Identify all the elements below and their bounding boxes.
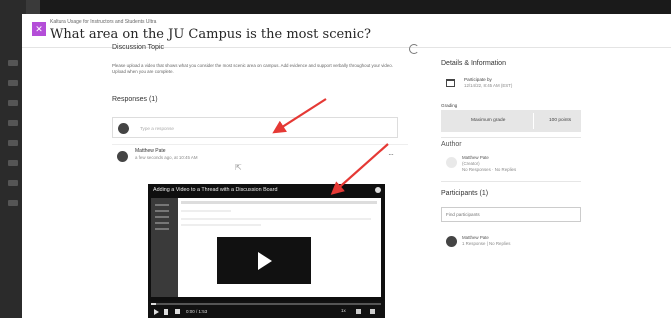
- topic-text: Please upload a video that shows what yo…: [112, 63, 393, 74]
- nav-icon[interactable]: [8, 120, 18, 126]
- speed-button[interactable]: 1x: [341, 308, 346, 313]
- avatar: [118, 123, 129, 134]
- menu-icon[interactable]: [8, 60, 18, 66]
- video-frame-sidebar: [151, 198, 178, 297]
- points-value: 100 points: [549, 118, 572, 123]
- participate-date: 12/14/22, 8:45 AM (EST): [464, 83, 513, 88]
- video-time: 0:00 / 1:53: [186, 309, 208, 314]
- nav-icon[interactable]: [8, 200, 18, 206]
- divider: [441, 181, 581, 182]
- section-title: Discussion Topic: [112, 44, 165, 51]
- grading-label: Grading: [441, 103, 458, 108]
- reply-box[interactable]: Type a response: [112, 117, 398, 138]
- progress-fill: [151, 303, 156, 305]
- close-button[interactable]: ✕: [32, 22, 46, 36]
- author-title: Author: [441, 141, 462, 148]
- avatar: [446, 157, 457, 168]
- video-frame-row: [181, 224, 261, 226]
- play-icon[interactable]: [154, 309, 159, 315]
- avatar: [446, 236, 457, 247]
- nav-icon[interactable]: [8, 140, 18, 146]
- refresh-icon[interactable]: [409, 44, 419, 54]
- play-icon[interactable]: [258, 252, 272, 270]
- participant-stats: 1 Response | No Replies: [462, 241, 511, 246]
- menu-bar: [155, 228, 169, 230]
- skip-icon[interactable]: [164, 309, 169, 315]
- menu-bar: [155, 222, 169, 224]
- progress-bar[interactable]: [151, 303, 381, 305]
- info-icon[interactable]: [375, 187, 381, 193]
- calendar-icon: [446, 79, 455, 87]
- video-player[interactable]: Adding a Video to a Thread with a Discus…: [148, 184, 385, 318]
- author-name[interactable]: Matthew Pate: [462, 155, 489, 160]
- video-title: Adding a Video to a Thread with a Discus…: [153, 187, 278, 193]
- post-time: a few seconds ago, at 10:45 AM: [135, 155, 198, 160]
- grading-box: Maximum grade 100 points: [441, 110, 581, 132]
- page-title: What area on the JU Campus is the most s…: [50, 27, 371, 42]
- video-frame: [151, 198, 381, 297]
- details-title: Details & Information: [441, 60, 506, 67]
- video-controls: 0:00 / 1:53 1x: [148, 301, 385, 318]
- menu-bar: [155, 204, 169, 206]
- author-stats: No Responses · No Replies: [462, 167, 517, 172]
- participant-name[interactable]: Matthew Pate: [462, 235, 489, 240]
- avatar: [117, 151, 128, 162]
- video-frame-row: [181, 210, 231, 212]
- menu-bar: [155, 210, 169, 212]
- nav-icon[interactable]: [8, 160, 18, 166]
- panel-header: ✕ Kaltura Usage for Instructors and Stud…: [22, 14, 671, 48]
- main-content: Discussion Topic: [112, 44, 408, 51]
- find-participants-input[interactable]: [441, 207, 581, 222]
- breadcrumb[interactable]: Kaltura Usage for Instructors and Studen…: [50, 19, 156, 25]
- video-frame-header: [181, 201, 377, 204]
- divider: [441, 137, 581, 138]
- author-role: (Creator): [462, 161, 480, 166]
- participate-label: Participate by: [464, 77, 492, 82]
- more-options-icon[interactable]: ···: [388, 150, 394, 159]
- embedded-video[interactable]: [217, 237, 311, 284]
- nav-icon[interactable]: [8, 80, 18, 86]
- settings-icon[interactable]: [356, 309, 361, 314]
- nav-icon[interactable]: [8, 100, 18, 106]
- divider: [533, 113, 534, 129]
- video-frame-row: [181, 218, 371, 220]
- volume-icon[interactable]: [175, 309, 180, 314]
- responses-title: Responses (1): [112, 96, 158, 103]
- post-author[interactable]: Matthew Pate: [135, 148, 166, 154]
- menu-bar: [155, 216, 169, 218]
- max-grade-label: Maximum grade: [471, 118, 506, 123]
- fullscreen-icon[interactable]: [370, 309, 375, 314]
- reply-input[interactable]: Type a response: [140, 126, 174, 131]
- participants-title: Participants (1): [441, 190, 489, 197]
- mouse-cursor-icon: ⇱: [235, 163, 242, 172]
- nav-icon[interactable]: [8, 180, 18, 186]
